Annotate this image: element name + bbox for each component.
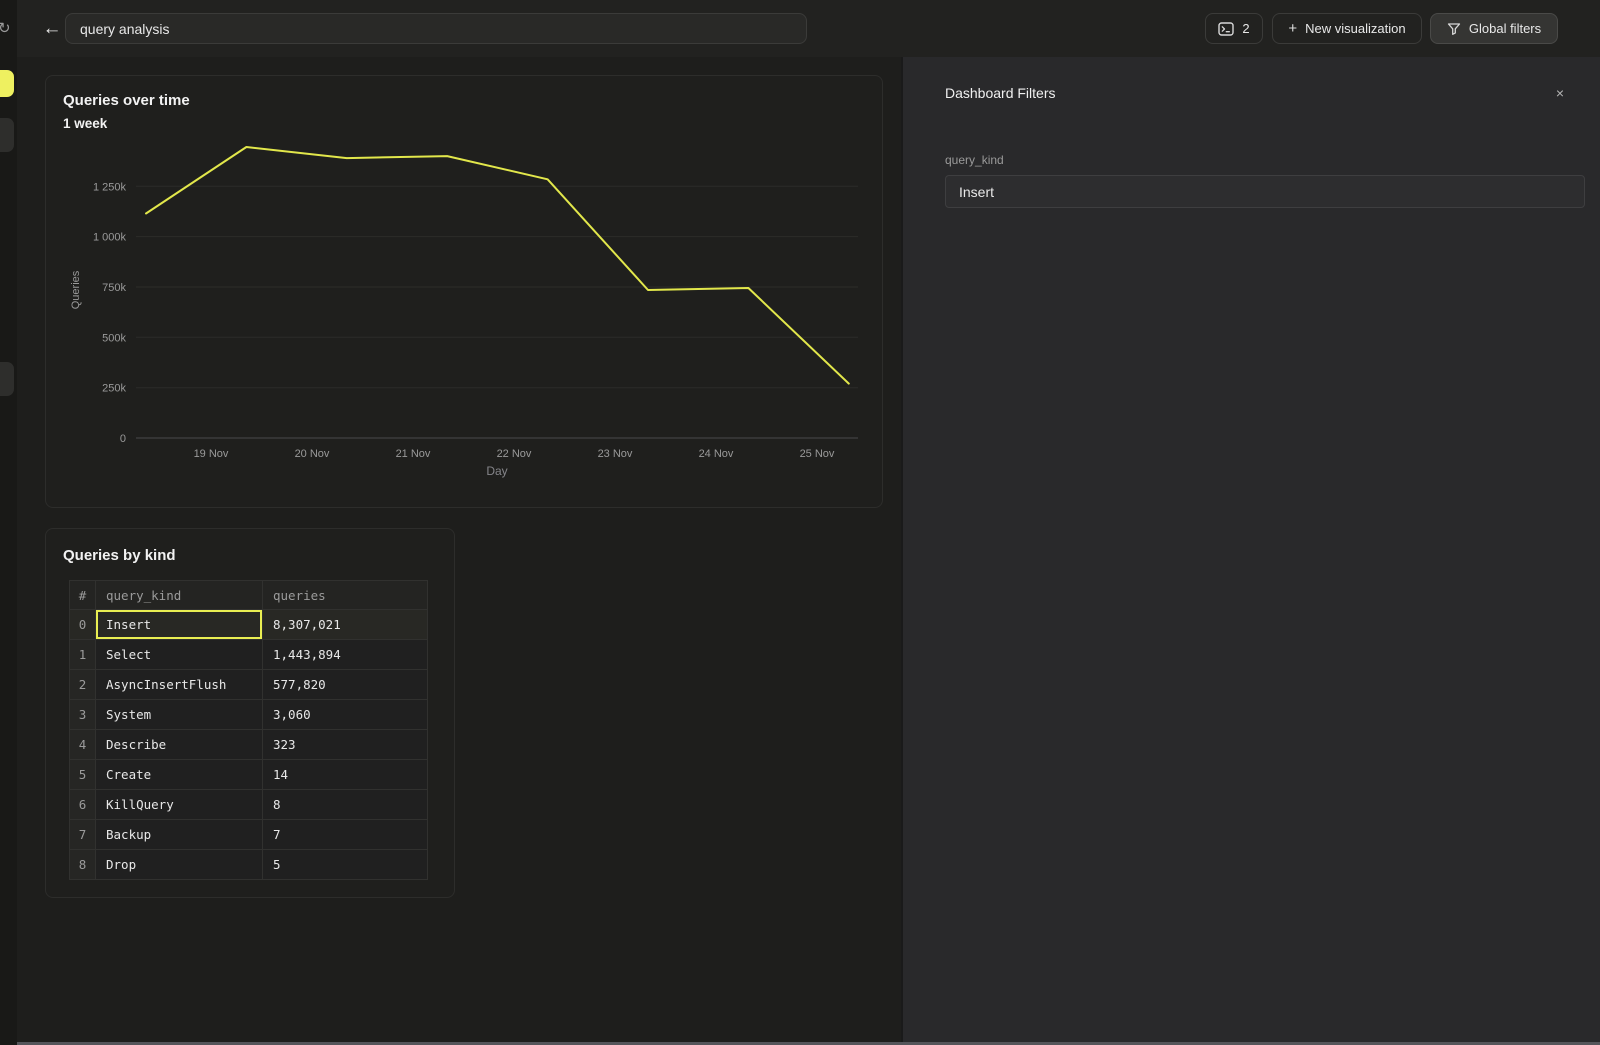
console-icon <box>1218 22 1234 36</box>
header-index: # <box>70 581 96 610</box>
table-row: 7Backup7 <box>70 820 428 850</box>
svg-text:24 Nov: 24 Nov <box>699 448 734 460</box>
svg-text:1 000k: 1 000k <box>93 232 127 244</box>
dashboard-title-input[interactable] <box>65 13 807 44</box>
console-count: 2 <box>1242 21 1249 36</box>
queries-cell[interactable]: 323 <box>263 730 428 760</box>
svg-text:23 Nov: 23 Nov <box>598 448 633 460</box>
query-kind-cell[interactable]: Backup <box>96 820 263 850</box>
svg-text:0: 0 <box>120 433 126 445</box>
funnel-icon <box>1447 22 1461 36</box>
table-row: 0Insert8,307,021 <box>70 610 428 640</box>
query-kind-cell[interactable]: Drop <box>96 850 263 880</box>
query-kind-cell[interactable]: Select <box>96 640 263 670</box>
table-row: 8Drop5 <box>70 850 428 880</box>
header-queries: queries <box>263 581 428 610</box>
row-index: 7 <box>70 820 96 850</box>
row-index: 1 <box>70 640 96 670</box>
queries-by-kind-card: Queries by kind # query_kind queries 0In… <box>45 528 455 898</box>
queries-chart[interactable]: 0 250k 500k 750k 1 000k 1 250k 19 Nov 20 Nov 21 … <box>46 76 884 509</box>
console-count-button[interactable]: 2 <box>1205 13 1263 44</box>
svg-text:1 250k: 1 250k <box>93 181 127 193</box>
query-kind-filter-input[interactable] <box>945 175 1585 208</box>
queries-table: # query_kind queries 0Insert8,307,0211Se… <box>69 580 428 880</box>
filter-field-label: query_kind <box>945 153 1004 167</box>
sidebar: ↻ <box>0 0 17 1045</box>
svg-text:20 Nov: 20 Nov <box>295 448 330 460</box>
close-icon[interactable]: × <box>1550 83 1570 103</box>
header-query-kind: query_kind <box>96 581 263 610</box>
svg-text:250k: 250k <box>102 383 126 395</box>
row-index: 4 <box>70 730 96 760</box>
sidebar-item[interactable] <box>0 362 14 396</box>
table-row: 3System3,060 <box>70 700 428 730</box>
queries-cell[interactable]: 8,307,021 <box>263 610 428 640</box>
y-gridlines <box>136 186 858 438</box>
query-kind-cell[interactable]: Insert <box>96 610 263 640</box>
new-visualization-label: New visualization <box>1305 21 1405 36</box>
row-index: 0 <box>70 610 96 640</box>
query-kind-cell[interactable]: Create <box>96 760 263 790</box>
dashboard-filters-panel: Dashboard Filters × query_kind <box>901 57 1600 1045</box>
svg-text:21 Nov: 21 Nov <box>396 448 431 460</box>
query-kind-cell[interactable]: AsyncInsertFlush <box>96 670 263 700</box>
sidebar-item[interactable] <box>0 118 14 152</box>
x-axis-label: Day <box>486 464 507 478</box>
back-arrow-icon[interactable]: ← <box>37 13 67 44</box>
table-row: 1Select1,443,894 <box>70 640 428 670</box>
queries-table-body: 0Insert8,307,0211Select1,443,8942AsyncIn… <box>70 610 428 880</box>
query-kind-cell[interactable]: KillQuery <box>96 790 263 820</box>
table-row: 2AsyncInsertFlush577,820 <box>70 670 428 700</box>
top-bar: ← 2 + New visualization Global filters <box>17 0 1600 57</box>
queries-cell[interactable]: 1,443,894 <box>263 640 428 670</box>
x-tick-labels: 19 Nov 20 Nov 21 Nov 22 Nov 23 Nov 24 Nov 25 N… <box>194 448 835 460</box>
svg-text:500k: 500k <box>102 332 126 344</box>
svg-text:750k: 750k <box>102 282 126 294</box>
svg-text:22 Nov: 22 Nov <box>497 448 532 460</box>
sidebar-item-active[interactable] <box>0 70 14 97</box>
refresh-icon[interactable]: ↻ <box>0 20 16 38</box>
query-kind-cell[interactable]: Describe <box>96 730 263 760</box>
row-index: 5 <box>70 760 96 790</box>
table-row: 4Describe323 <box>70 730 428 760</box>
row-index: 2 <box>70 670 96 700</box>
queries-over-time-card: Queries over time 1 week 0250k500k750k1 … <box>45 75 883 508</box>
queries-cell[interactable]: 577,820 <box>263 670 428 700</box>
queries-cell[interactable]: 8 <box>263 790 428 820</box>
y-tick-labels: 0 250k 500k 750k 1 000k 1 250k <box>93 181 127 445</box>
queries-cell[interactable]: 5 <box>263 850 428 880</box>
row-index: 8 <box>70 850 96 880</box>
queries-cell[interactable]: 3,060 <box>263 700 428 730</box>
y-axis-label: Queries <box>70 270 82 309</box>
plus-icon: + <box>1288 20 1297 37</box>
table-row: 6KillQuery8 <box>70 790 428 820</box>
queries-cell[interactable]: 14 <box>263 760 428 790</box>
chart-line <box>146 147 849 384</box>
svg-text:25 Nov: 25 Nov <box>800 448 835 460</box>
table-title: Queries by kind <box>63 547 176 564</box>
row-index: 3 <box>70 700 96 730</box>
filters-panel-title: Dashboard Filters <box>945 85 1056 101</box>
global-filters-label: Global filters <box>1469 21 1541 36</box>
query-kind-cell[interactable]: System <box>96 700 263 730</box>
global-filters-button[interactable]: Global filters <box>1430 13 1558 44</box>
row-index: 6 <box>70 790 96 820</box>
new-visualization-button[interactable]: + New visualization <box>1272 13 1422 44</box>
svg-text:19 Nov: 19 Nov <box>194 448 229 460</box>
table-row: 5Create14 <box>70 760 428 790</box>
table-header-row: # query_kind queries <box>70 581 428 610</box>
queries-cell[interactable]: 7 <box>263 820 428 850</box>
